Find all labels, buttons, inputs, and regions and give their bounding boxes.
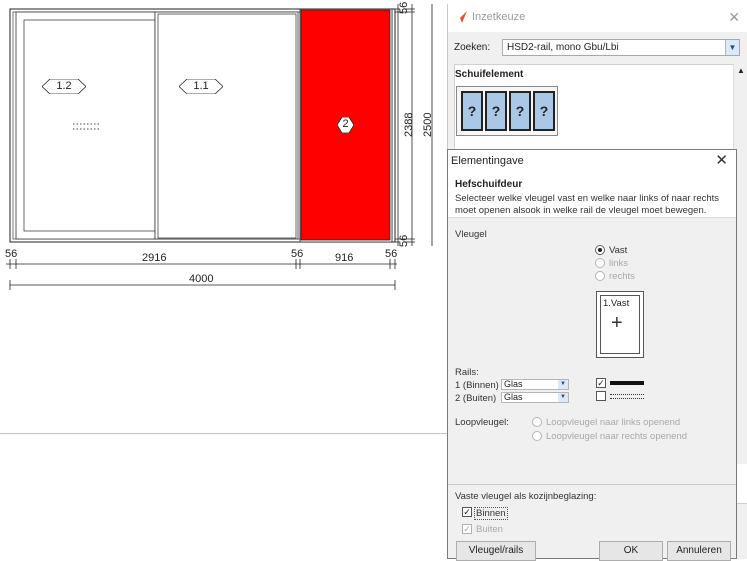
rail2-checkbox[interactable] [596,391,606,401]
zoeken-select[interactable]: HSD2-rail, mono Gbu/Lbi ▼ [502,39,740,56]
rail1-line [610,381,644,385]
vleugel-preview-inner: 1.Vast + [600,295,640,354]
zoeken-label: Zoeken: [454,42,491,53]
chevron-down-icon[interactable]: ▼ [558,380,568,389]
vaste-vleugel-label: Vaste vleugel als kozijnbeglazing: [455,491,597,502]
dim-label: 2500 [422,112,434,137]
panel-label-text: 1.2 [56,80,72,92]
radio-rechts-label: rechts [609,271,635,282]
dim-label: 56 [5,248,18,260]
inzetkeuze-title: Inzetkeuze [472,11,526,23]
dim-label: 56 [385,248,398,260]
chevron-down-icon[interactable]: ▼ [558,393,568,402]
panel-label-text: 2 [342,118,349,130]
radio-loop-links[interactable] [532,417,542,427]
radio-vast-label: Vast [609,245,628,256]
preview-label: 1.Vast [603,298,630,309]
close-icon[interactable]: ✕ [715,151,728,169]
ok-button[interactable]: OK [599,541,663,561]
annuleren-button[interactable]: Annuleren [667,541,731,561]
panel-label-1-2[interactable]: 1.2 [42,79,86,94]
rail2-label: 2 (Buiten) [455,393,497,404]
chevron-down-icon[interactable]: ▼ [725,40,739,55]
rail2-select[interactable]: Glas ▼ [501,392,569,403]
crosshair-icon: + [611,312,623,334]
radio-loop-rechts-label: Loopvleugel naar rechts openend [546,431,688,442]
divider [0,433,447,434]
panel-label-text: 1.1 [193,80,209,92]
inzetkeuze-titlebar: Inzetkeuze ✕ [448,4,747,32]
binnen-checkbox[interactable]: ✓ [462,507,472,517]
loopvleugel-label: Loopvleugel: [455,417,509,428]
thumb-cell: ? [461,91,483,131]
header-title: Hefschuifdeur [455,179,523,190]
drawing-canvas[interactable]: 1.2 1.1 2 56 2916 56 916 56 4000 56 2388… [0,0,447,559]
radio-loop-links-label: Loopvleugel naar links openend [546,417,681,428]
dim-label: 56 [291,248,304,260]
rail1-value: Glas [504,379,523,389]
rail2-line [610,394,644,399]
dialog-titlebar: Elementingave ✕ [448,150,736,171]
rail1-checkbox[interactable]: ✓ [596,378,606,388]
panel-label-2[interactable]: 2 [337,117,354,133]
app-logo-icon [455,11,467,23]
schuifelement-label: Schuifelement [455,69,524,80]
buiten-label: Buiten [476,524,503,535]
vleugel-rails-button[interactable]: Vleugel/rails [456,541,536,561]
rail1-label: 1 (Binnen) [455,380,499,391]
window-frame-drawing[interactable] [0,0,447,433]
thumb-cell: ? [485,91,507,131]
dim-label: 56 [398,1,410,14]
zoeken-value: HSD2-rail, mono Gbu/Lbi [507,42,619,53]
binnen-label: Binnen [474,507,508,520]
separator [448,484,736,485]
header-description: Selecteer welke vleugel vast en welke na… [455,193,720,216]
radio-rechts[interactable] [595,271,605,281]
vleugel-preview: 1.Vast + [596,291,644,358]
dim-label: 2388 [403,112,415,137]
radio-links[interactable] [595,258,605,268]
close-icon[interactable]: ✕ [728,9,740,26]
dialog-header: Hefschuifdeur Selecteer welke vleugel va… [448,171,736,218]
elementingave-dialog: Elementingave ✕ Hefschuifdeur Selecteer … [447,149,737,561]
chevron-up-icon[interactable]: ▲ [737,66,745,75]
rails-label: Rails: [455,367,479,378]
dim-label: 2916 [142,252,167,264]
radio-links-label: links [609,258,629,269]
rail1-select[interactable]: Glas ▼ [501,379,569,390]
panel-label-1-1[interactable]: 1.1 [179,79,223,94]
schuifelement-thumbnail[interactable]: ? ? ? ? [456,86,558,136]
thumb-cell: ? [533,91,555,131]
thumb-cell: ? [509,91,531,131]
radio-loop-rechts[interactable] [532,431,542,441]
dim-total-label: 4000 [189,273,214,285]
radio-vast[interactable] [595,245,605,255]
vleugel-label: Vleugel [455,229,487,240]
dim-label: 56 [398,234,410,247]
dialog-title: Elementingave [451,155,524,167]
dim-label: 916 [335,252,354,264]
buiten-checkbox[interactable]: ✓ [462,524,472,534]
rail2-value: Glas [504,392,523,402]
